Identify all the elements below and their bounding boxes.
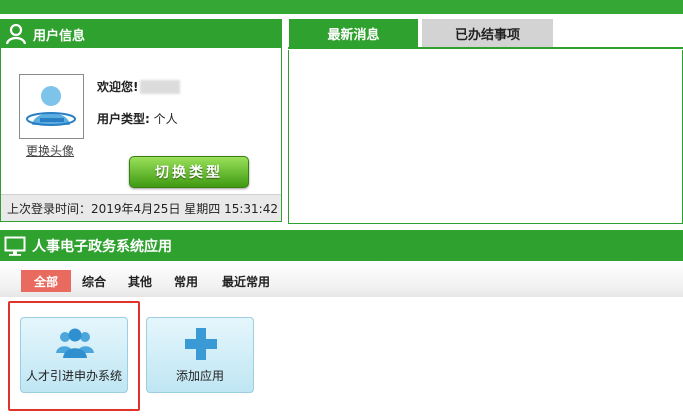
apps-title: 人事电子政务系统应用 xyxy=(32,238,172,255)
welcome-text: 欢迎您! xyxy=(97,78,181,95)
news-panel: 最新消息 已办结事项 xyxy=(288,19,683,224)
filter-all[interactable]: 全部 xyxy=(21,270,71,292)
welcome-label: 欢迎您! xyxy=(97,80,139,94)
last-login-time: 上次登录时间：2019年4月25日 星期四 15:31:42 xyxy=(1,194,281,221)
change-avatar-link[interactable]: 更换头像 xyxy=(26,142,74,159)
avatar[interactable] xyxy=(19,74,84,139)
filter-other[interactable]: 其他 xyxy=(122,270,158,292)
user-info-panel: 用户信息 更换头像 欢迎您! 用户类型: 个人 切换类型 上次登录时间：2019… xyxy=(0,19,282,222)
tab-latest-news[interactable]: 最新消息 xyxy=(289,19,418,47)
filter-recent[interactable]: 最近常用 xyxy=(216,270,276,292)
switch-type-button[interactable]: 切换类型 xyxy=(129,156,249,188)
filter-frequent[interactable]: 常用 xyxy=(168,270,204,292)
user-info-title: 用户信息 xyxy=(33,28,86,44)
apps-header: 人事电子政务系统应用 xyxy=(0,230,683,261)
app-filter-bar: 全部 综合 其他 常用 最近常用 xyxy=(0,261,683,297)
plus-icon xyxy=(185,328,217,360)
user-type-label: 用户类型: xyxy=(97,112,150,126)
avatar-image xyxy=(20,75,83,138)
top-banner-strip xyxy=(0,0,683,14)
user-type-value: 个人 xyxy=(153,112,178,126)
app-card-add-app[interactable]: 添加应用 xyxy=(146,317,254,393)
user-info-header: 用户信息 xyxy=(1,20,281,48)
news-tabs: 最新消息 已办结事项 xyxy=(288,19,683,49)
news-content xyxy=(288,50,683,224)
username-redacted xyxy=(140,79,181,94)
app-card-label: 添加应用 xyxy=(175,369,224,383)
filter-general[interactable]: 综合 xyxy=(76,270,112,292)
user-type: 用户类型: 个人 xyxy=(97,110,178,127)
tab-completed-items[interactable]: 已办结事项 xyxy=(422,19,553,47)
user-icon xyxy=(5,23,27,45)
selection-highlight-box xyxy=(8,301,140,411)
monitor-icon xyxy=(4,236,26,256)
